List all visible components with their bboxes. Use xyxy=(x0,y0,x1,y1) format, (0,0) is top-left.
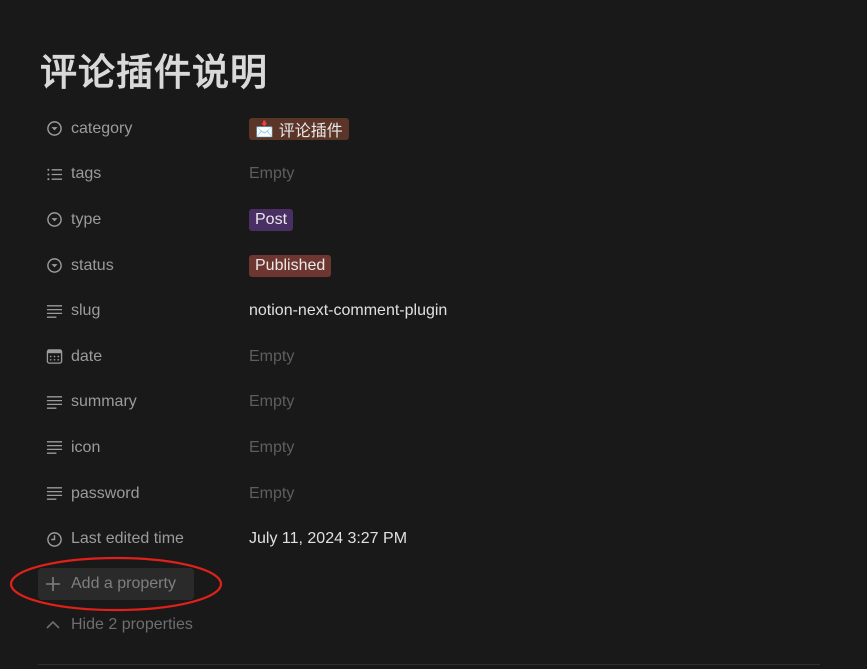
property-row: slug notion-next-comment-plugin xyxy=(40,288,820,334)
tag-badge: Post xyxy=(249,208,294,231)
empty-value: Empty xyxy=(249,438,295,456)
property-value[interactable]: notion-next-comment-plugin xyxy=(249,294,820,328)
property-label: date xyxy=(71,347,103,365)
property-row: icon Empty xyxy=(40,425,820,471)
hide-properties-button[interactable]: Hide 2 properties xyxy=(38,610,193,640)
property-label: icon xyxy=(71,438,101,456)
property-name-password[interactable]: password xyxy=(40,477,249,511)
text-icon xyxy=(45,485,63,503)
property-value[interactable]: Published xyxy=(249,249,820,283)
property-label: tags xyxy=(71,165,102,183)
property-value[interactable]: July 11, 2024 3:27 PM xyxy=(249,522,820,556)
property-value[interactable]: Empty xyxy=(249,385,820,419)
property-name-status[interactable]: status xyxy=(40,249,249,283)
plus-icon xyxy=(45,576,61,592)
property-row: type Post xyxy=(40,197,820,243)
property-name-type[interactable]: type xyxy=(40,203,249,237)
property-row: summary Empty xyxy=(40,380,820,426)
property-row: category 📩 评论插件 xyxy=(40,106,820,152)
property-name-date[interactable]: date xyxy=(40,340,249,374)
property-name-tags[interactable]: tags xyxy=(40,157,249,191)
property-name-icon[interactable]: icon xyxy=(40,431,249,465)
tag-label: 评论插件 xyxy=(278,122,343,140)
clock-icon xyxy=(45,530,63,548)
property-label: summary xyxy=(71,393,137,411)
calendar-icon xyxy=(45,348,63,366)
properties-list: category 📩 评论插件 tags Empty type Post status Publ… xyxy=(40,106,820,562)
property-label: password xyxy=(71,484,140,502)
property-row: tags Empty xyxy=(40,152,820,198)
empty-value: Empty xyxy=(249,484,295,502)
select-icon xyxy=(45,211,63,229)
empty-value: Empty xyxy=(249,165,295,183)
add-property-button[interactable]: Add a property xyxy=(38,568,194,600)
text-value: July 11, 2024 3:27 PM xyxy=(249,530,408,548)
property-label: status xyxy=(71,256,114,274)
envelope-icon: 📩 xyxy=(255,120,274,138)
page-title[interactable]: 评论插件说明 xyxy=(40,42,268,96)
property-label: Last edited time xyxy=(71,530,184,548)
tag-badge: Published xyxy=(249,254,332,277)
tag-badge: 📩 评论插件 xyxy=(249,117,349,140)
select-icon xyxy=(45,120,63,138)
property-row: date Empty xyxy=(40,334,820,380)
property-value[interactable]: Empty xyxy=(249,157,820,191)
list-icon xyxy=(45,165,63,183)
property-label: slug xyxy=(71,302,101,320)
tag-label: Published xyxy=(255,256,326,274)
property-value[interactable]: Empty xyxy=(249,477,820,511)
text-value: notion-next-comment-plugin xyxy=(249,302,448,320)
property-name-category[interactable]: category xyxy=(40,112,249,146)
empty-value: Empty xyxy=(249,347,295,365)
property-label: type xyxy=(71,210,102,228)
divider xyxy=(38,664,820,665)
notion-page: 评论插件说明 category 📩 评论插件 tags Empty type Post sta… xyxy=(0,0,867,669)
property-value[interactable]: 📩 评论插件 xyxy=(249,112,820,146)
property-name-slug[interactable]: slug xyxy=(40,294,249,328)
text-icon xyxy=(45,393,63,411)
tag-label: Post xyxy=(255,210,288,228)
property-row: Last edited time July 11, 2024 3:27 PM xyxy=(40,516,820,562)
text-icon xyxy=(45,439,63,457)
property-label: category xyxy=(71,119,133,137)
property-row: password Empty xyxy=(40,471,820,517)
chevron-up-icon xyxy=(45,617,61,633)
property-row: status Published xyxy=(40,243,820,289)
property-value[interactable]: Empty xyxy=(249,431,820,465)
add-property-label: Add a property xyxy=(71,575,176,592)
hide-properties-label: Hide 2 properties xyxy=(71,616,193,633)
empty-value: Empty xyxy=(249,393,295,411)
text-icon xyxy=(45,302,63,320)
property-value[interactable]: Post xyxy=(249,203,820,237)
select-icon xyxy=(45,257,63,275)
property-name-summary[interactable]: summary xyxy=(40,385,249,419)
property-value[interactable]: Empty xyxy=(249,340,820,374)
property-name-last-edited-time[interactable]: Last edited time xyxy=(40,522,249,556)
